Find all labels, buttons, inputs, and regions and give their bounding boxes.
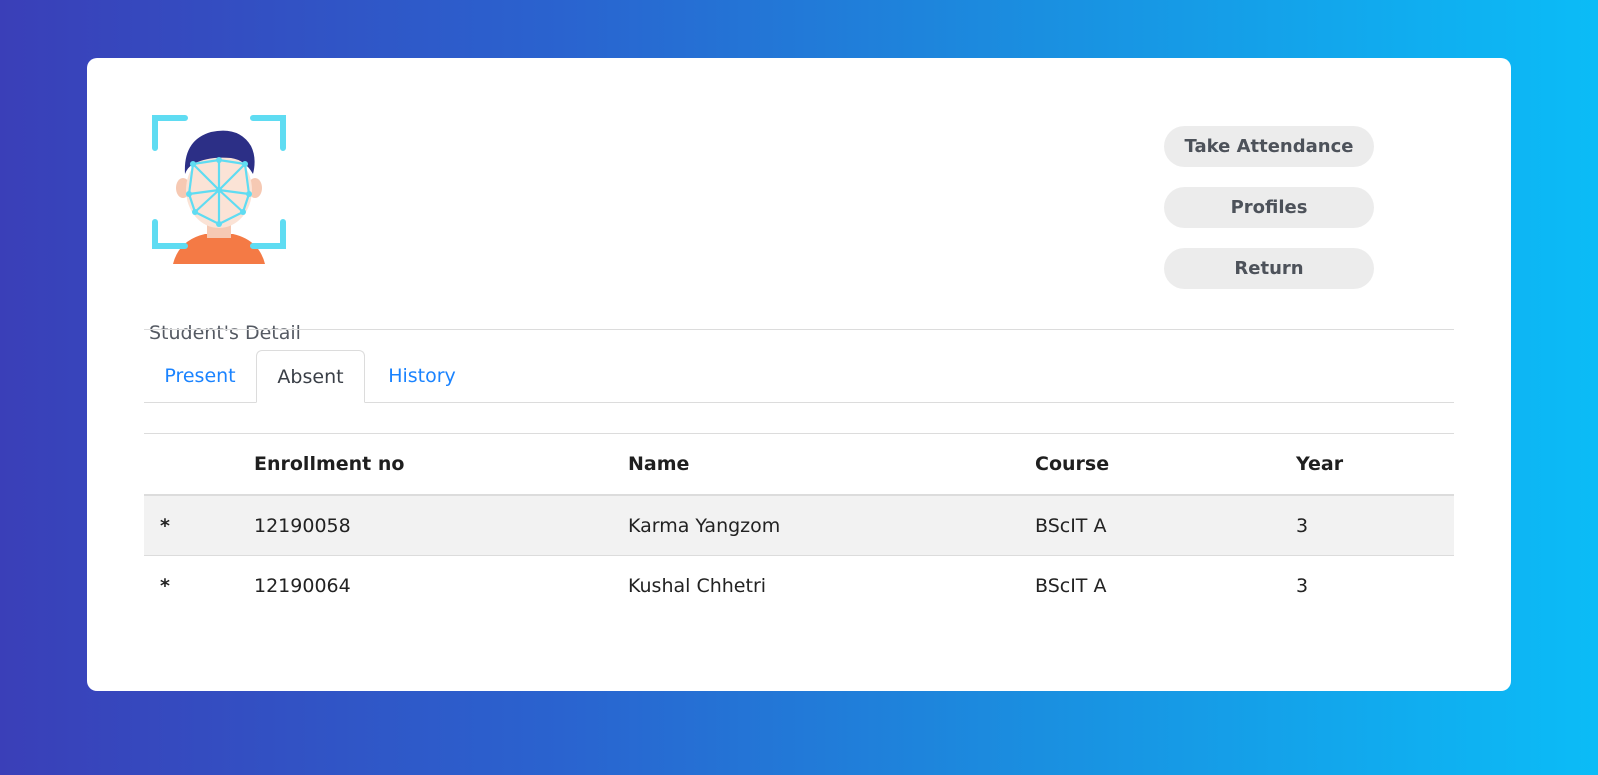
year-cell: 3 [1296,514,1309,537]
header-divider [144,329,1454,330]
column-header-course: Course [1035,453,1110,475]
tab-present[interactable]: Present [144,350,256,402]
tab-bar: Present Absent History [144,350,1454,403]
absent-table: Enrollment no Name Course Year * 1219005… [144,433,1454,615]
column-header-enrollment: Enrollment no [254,453,405,475]
column-header-name: Name [628,453,690,475]
action-buttons: Take Attendance Profiles Return [1164,126,1376,309]
table-row: * 12190064 Kushal Chhetri BScIT A 3 [144,556,1454,615]
take-attendance-button[interactable]: Take Attendance [1164,126,1374,167]
name-cell: Karma Yangzom [628,514,781,537]
column-header-year: Year [1296,453,1344,475]
enrollment-cell: 12190064 [254,574,351,597]
profiles-button[interactable]: Profiles [1164,187,1374,228]
tab-absent[interactable]: Absent [256,350,365,403]
course-cell: BScIT A [1035,514,1107,537]
row-marker: * [160,514,170,537]
face-scan-icon [152,115,286,264]
return-button[interactable]: Return [1164,248,1374,289]
table-header-row: Enrollment no Name Course Year [144,434,1454,496]
row-marker: * [160,574,170,597]
year-cell: 3 [1296,574,1309,597]
logo-caption: Student's Detail [149,322,301,344]
table-row: * 12190058 Karma Yangzom BScIT A 3 [144,496,1454,556]
course-cell: BScIT A [1035,574,1107,597]
student-detail-card: Student's Detail Take Attendance Profile… [87,58,1511,691]
tab-history[interactable]: History [365,350,479,402]
name-cell: Kushal Chhetri [628,574,767,597]
enrollment-cell: 12190058 [254,514,351,537]
